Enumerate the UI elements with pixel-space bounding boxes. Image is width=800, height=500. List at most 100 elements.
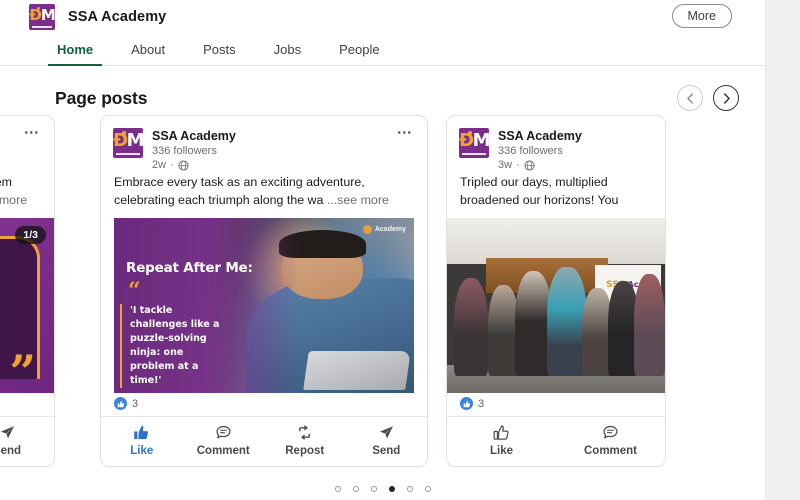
pagination-dot-active[interactable] (388, 486, 395, 492)
like-button[interactable]: Like (447, 424, 556, 457)
comment-button[interactable]: Comment (183, 424, 265, 457)
logo-base (462, 153, 486, 155)
carousel-pagination (0, 486, 765, 492)
tab-people[interactable]: People (320, 33, 398, 65)
top-bar: ÐM SSA Academy More (0, 0, 765, 33)
post-header: ÐM SSA Academy 336 followers 3w · (447, 116, 665, 171)
post-card-middle[interactable]: ÐM SSA Academy 336 followers 2w · ⋯ Embr… (100, 115, 428, 467)
post-author-meta: SSA Academy 336 followers 3w · (498, 128, 582, 172)
avatar[interactable]: ÐM (459, 128, 489, 158)
brand-name: SSA Academy (68, 8, 167, 25)
post-text-line-2: broadened our horizons! You (460, 192, 619, 207)
page-root: ÐM SSA Academy More Home About Posts Job… (0, 0, 800, 500)
post-text: Embrace every task as an exciting advent… (101, 168, 427, 209)
comment-label: Comment (583, 445, 638, 457)
logo-base (32, 25, 52, 28)
send-button[interactable]: Send (346, 424, 428, 457)
post-card-left[interactable]: ⋯ ring quotes and let them oment to reco… (0, 115, 55, 467)
logo-base (116, 153, 140, 155)
repost-icon (299, 425, 311, 440)
pagination-dot[interactable] (370, 486, 377, 492)
globe-icon (524, 159, 535, 171)
post-timestamp-row: 2w · (152, 158, 236, 172)
separator-dot: · (170, 159, 174, 171)
comment-button[interactable]: Comment (556, 424, 665, 457)
carousel-prev-button[interactable] (677, 85, 703, 111)
repost-button[interactable]: Repost (264, 424, 346, 457)
watermark-ring-icon (362, 225, 372, 234)
post-text-line-2: celebrating each triumph along the wa (114, 192, 324, 207)
post-menu-button[interactable]: ⋯ (397, 125, 414, 140)
photo-person (547, 267, 587, 376)
reactions-row[interactable]: 3 (447, 390, 665, 416)
post-card-right[interactable]: ÐM SSA Academy 336 followers 3w · Triple… (446, 115, 666, 467)
quote-mark-icon: “ (128, 278, 141, 304)
comment-icon (603, 425, 618, 439)
tab-posts[interactable]: Posts (184, 33, 255, 65)
carousel-count-badge: 1/3 (15, 226, 46, 244)
like-button[interactable]: Like (101, 424, 183, 457)
post-image[interactable]: SSA Acad (447, 218, 665, 393)
repost-label: Repost (285, 445, 325, 457)
see-more-link[interactable]: ...see more (0, 193, 27, 207)
quote-text: e strongest of s that SURVIVE, ost intel… (0, 246, 28, 351)
image-title: Repeat After Me: (126, 260, 253, 276)
tab-jobs[interactable]: Jobs (255, 33, 320, 65)
logo-mark: ÐM (459, 130, 489, 151)
chevron-left-icon (686, 92, 693, 104)
watermark: Academy (362, 225, 406, 234)
carousel-next-button[interactable] (713, 85, 739, 111)
separator-dot: · (516, 159, 520, 171)
post-actions: Repost Send (0, 416, 54, 466)
pagination-dot[interactable] (406, 486, 413, 492)
chevron-right-icon (723, 92, 730, 104)
post-timestamp: 3w (498, 159, 513, 171)
post-author-followers: 336 followers (152, 145, 217, 157)
quote-mark-icon: ” (9, 345, 36, 393)
photo-ceiling (447, 218, 665, 264)
post-menu-button[interactable]: ⋯ (24, 125, 41, 140)
see-more-link[interactable]: ...see more (327, 193, 389, 207)
post-header: ÐM SSA Academy 336 followers 2w · ⋯ (101, 116, 427, 171)
carousel-nav (677, 85, 739, 111)
reaction-count: 3 (132, 397, 139, 410)
reaction-count: 3 (478, 397, 485, 410)
post-image[interactable]: e strongest of s that SURVIVE, ost intel… (0, 218, 54, 393)
send-button[interactable]: Send (0, 424, 54, 457)
post-timestamp: 2w (152, 159, 167, 171)
post-author-meta: SSA Academy 336 followers 2w · (152, 128, 236, 172)
avatar[interactable]: ÐM (113, 128, 143, 158)
send-icon (379, 426, 393, 439)
post-header: ⋯ (0, 116, 54, 168)
ssa-academy-logo-icon: ÐM (29, 3, 55, 30)
posts-carousel[interactable]: ⋯ ring quotes and let them oment to reco… (0, 115, 800, 470)
post-author-name[interactable]: SSA Academy (152, 129, 236, 143)
group-photo: SSA Acad (447, 218, 665, 393)
logo-mark: ÐM (113, 130, 143, 151)
like-label: Like (130, 445, 154, 457)
pagination-dot[interactable] (424, 486, 431, 492)
send-icon (0, 426, 14, 439)
repeat-after-me-graphic: Repeat After Me: “ 'I tackle challenges … (114, 218, 414, 393)
pagination-dot[interactable] (334, 486, 341, 492)
post-author-name[interactable]: SSA Academy (498, 129, 582, 143)
post-text-line-1: ring quotes and let them (0, 175, 12, 189)
more-button[interactable]: More (671, 4, 732, 28)
image-quote: 'I tackle challenges like a puzzle-solvi… (120, 304, 230, 388)
post-text-line-2-wrap: oment to recog ...see more (0, 192, 41, 210)
like-reaction-icon (114, 397, 127, 410)
comment-label: Comment (196, 445, 250, 457)
laptop (303, 351, 411, 390)
thumbs-up-glyph (463, 400, 470, 407)
post-text-line-1: Tripled our days, multiplied (460, 175, 608, 189)
tab-home[interactable]: Home (38, 33, 112, 66)
thumbs-up-glyph (117, 400, 124, 407)
post-image[interactable]: Repeat After Me: “ 'I tackle challenges … (114, 218, 414, 393)
post-footer: 3 Like Commen (101, 390, 427, 466)
pagination-dot[interactable] (352, 486, 359, 492)
post-author-followers: 336 followers (498, 145, 563, 157)
brand[interactable]: ÐM SSA Academy (29, 3, 167, 30)
reactions-row[interactable]: 3 (101, 390, 427, 416)
tab-about[interactable]: About (112, 33, 184, 65)
post-actions: Like Comment (447, 416, 665, 466)
